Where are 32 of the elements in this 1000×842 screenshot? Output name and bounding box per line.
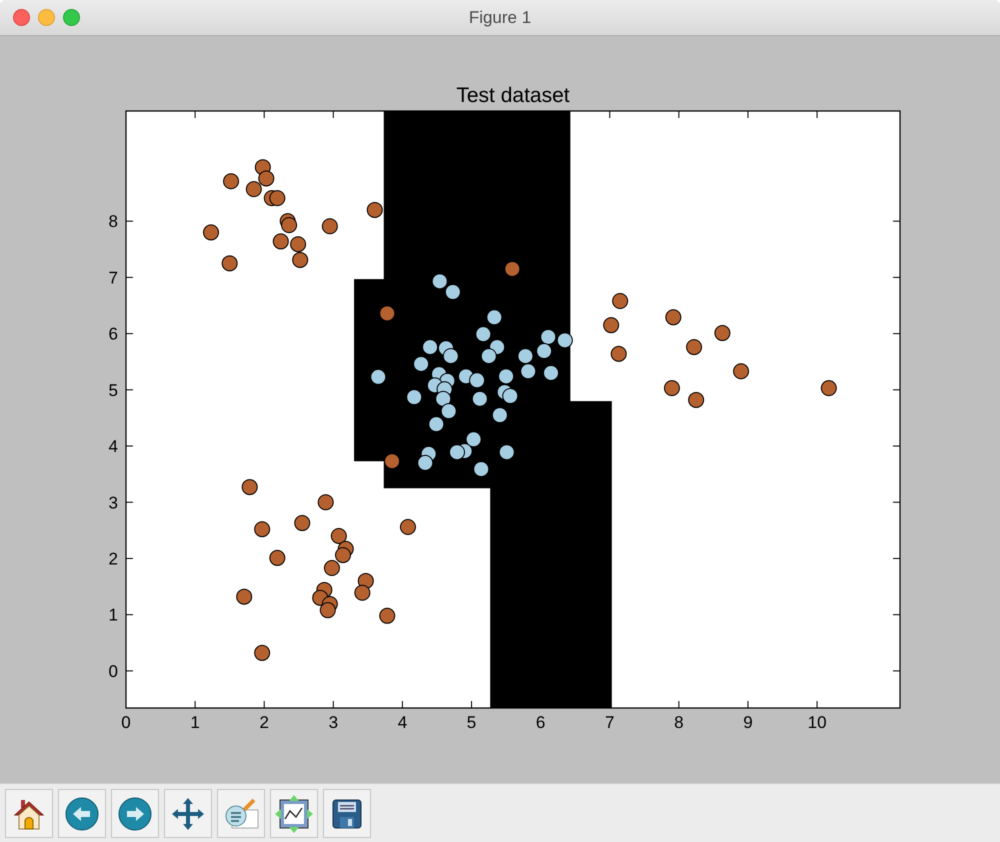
- tick-label: 5: [466, 713, 476, 732]
- pan-button[interactable]: [164, 789, 212, 838]
- tick-label: 9: [743, 713, 753, 732]
- tick-label: 6: [536, 713, 546, 732]
- move-icon: [170, 796, 206, 832]
- tick-label: 8: [108, 212, 118, 232]
- save-button[interactable]: [323, 789, 371, 838]
- tick-label: 2: [108, 549, 118, 568]
- tick-label: 10: [808, 713, 827, 732]
- tick-label: 5: [108, 380, 118, 400]
- tick-label: 1: [108, 606, 118, 625]
- tick-label: 8: [674, 713, 684, 732]
- tick-label: 3: [108, 493, 118, 512]
- tick-label: 6: [108, 324, 118, 344]
- tick-label: 4: [108, 437, 118, 456]
- subplots-button[interactable]: [270, 789, 318, 838]
- zoom-tool-button[interactable]: [217, 789, 265, 838]
- tick-label: 3: [328, 713, 338, 732]
- home-button[interactable]: [5, 789, 53, 838]
- window-title: Figure 1: [468, 8, 532, 28]
- chart-title: Test dataset: [456, 84, 570, 107]
- tick-label: 7: [605, 713, 614, 732]
- tick-label: 1: [190, 713, 200, 732]
- close-button[interactable]: [13, 9, 30, 26]
- tick-label: 0: [121, 713, 131, 732]
- tick-label: 7: [108, 268, 118, 288]
- tick-label: 4: [398, 713, 408, 732]
- back-button[interactable]: [58, 789, 106, 838]
- tick-label: 2: [259, 713, 269, 732]
- forward-button[interactable]: [111, 789, 159, 838]
- subplots-icon: [275, 794, 313, 832]
- tick-label: 0: [108, 662, 118, 681]
